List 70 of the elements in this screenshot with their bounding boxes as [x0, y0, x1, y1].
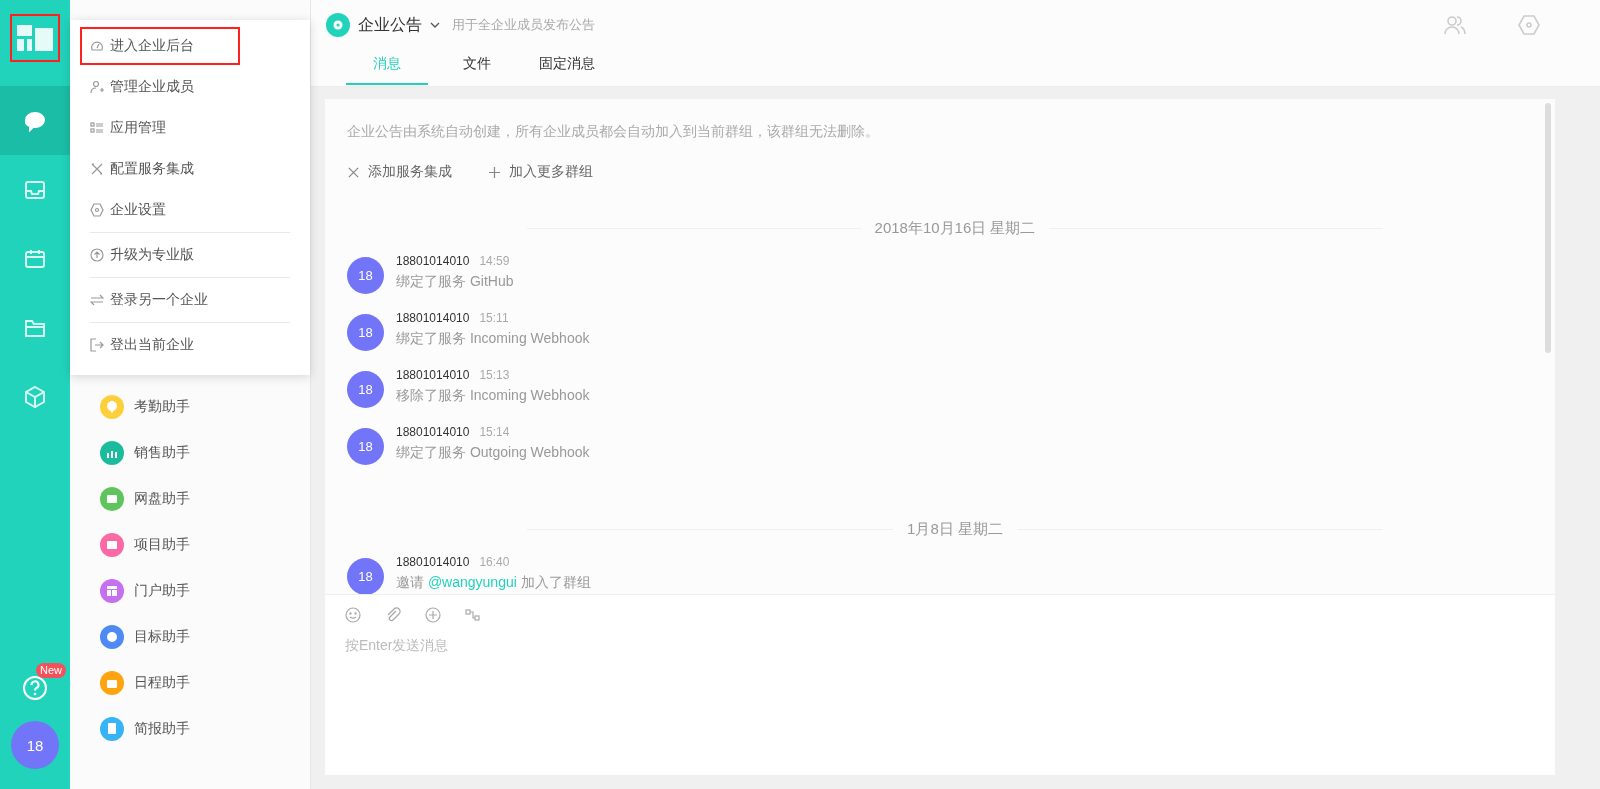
message-text: 绑定了服务 Incoming Webhook	[396, 330, 590, 348]
assistant-item[interactable]: 销售助手	[70, 430, 310, 476]
menu-item[interactable]: 配置服务集成	[80, 150, 300, 188]
menu-item[interactable]: 升级为专业版	[80, 236, 300, 274]
channel-description: 用于全企业成员发布公告	[452, 16, 595, 34]
sender-name[interactable]: 18801014010	[396, 425, 470, 439]
swap-icon	[90, 293, 104, 307]
plus-icon	[488, 165, 501, 179]
logo-button[interactable]	[10, 14, 60, 62]
message-time: 16:40	[479, 555, 510, 569]
user-avatar[interactable]: 18	[347, 428, 384, 465]
user-avatar[interactable]: 18	[347, 257, 384, 294]
menu-item[interactable]: 企业设置	[80, 191, 300, 229]
date-divider: 1月8日 星期二	[907, 520, 1003, 539]
sender-name[interactable]: 18801014010	[396, 555, 470, 569]
add-user-icon	[90, 80, 104, 94]
dashboard-icon	[17, 25, 53, 51]
assistant-item[interactable]: 简报助手	[70, 706, 310, 752]
new-badge: New	[36, 663, 66, 678]
settings-icon[interactable]	[1518, 15, 1540, 35]
group-logo-icon	[326, 13, 350, 37]
sender-name[interactable]: 18801014010	[396, 254, 470, 268]
action-link[interactable]: 添加服务集成	[347, 163, 452, 181]
message-text: 移除了服务 Incoming Webhook	[396, 387, 590, 405]
channel-title[interactable]: 企业公告	[358, 14, 422, 36]
message-text: 绑定了服务 GitHub	[396, 273, 514, 291]
cube-icon	[23, 384, 47, 409]
logout-icon	[90, 338, 104, 352]
message-time: 14:59	[479, 254, 510, 268]
connector-icon[interactable]	[465, 607, 481, 623]
hexagon-icon	[90, 203, 104, 217]
message-time: 15:11	[479, 311, 509, 325]
message-time: 15:13	[479, 368, 510, 382]
message-input[interactable]: 按Enter发送消息	[345, 637, 1535, 737]
assistant-item[interactable]: 目标助手	[70, 614, 310, 660]
user-avatar[interactable]: 18	[347, 314, 384, 351]
menu-item[interactable]: 管理企业成员	[80, 68, 300, 106]
user-avatar[interactable]: 18	[347, 371, 384, 408]
menu-item[interactable]: 登出当前企业	[80, 326, 300, 364]
user-avatar[interactable]: 18	[11, 721, 59, 769]
help-icon[interactable]	[22, 675, 48, 701]
assistant-item[interactable]: 网盘助手	[70, 476, 310, 522]
list-icon	[90, 121, 104, 135]
upload-icon	[90, 248, 104, 262]
emoji-icon[interactable]	[345, 607, 361, 623]
sender-name[interactable]: 18801014010	[396, 311, 470, 325]
message-time: 15:14	[479, 425, 510, 439]
menu-item[interactable]: 登录另一个企业	[80, 281, 300, 319]
rail-item[interactable]	[0, 86, 70, 155]
action-link[interactable]: 加入更多群组	[488, 163, 593, 181]
user-avatar[interactable]: 18	[347, 558, 384, 594]
date-divider: 2018年10月16日 星期二	[874, 219, 1036, 238]
tab[interactable]: 固定消息	[526, 47, 608, 85]
scrollbar[interactable]	[1545, 103, 1551, 353]
tab[interactable]: 文件	[436, 47, 518, 85]
assistant-item[interactable]: 门户助手	[70, 568, 310, 614]
message-text: 绑定了服务 Outgoing Webhook	[396, 444, 590, 462]
menu-item[interactable]: 进入企业后台	[80, 27, 240, 65]
assistant-item[interactable]: 日程助手	[70, 660, 310, 706]
assistant-item[interactable]: 考勤助手	[70, 384, 310, 430]
attachment-icon[interactable]	[385, 607, 401, 623]
message-text: 邀请 @wangyungui 加入了群组	[396, 574, 591, 592]
notice-text: 企业公告由系统自动创建，所有企业成员都会自动加入到当前群组，该群组无法删除。	[347, 123, 880, 141]
assistant-item[interactable]: 项目助手	[70, 522, 310, 568]
sender-name[interactable]: 18801014010	[396, 368, 470, 382]
members-icon[interactable]	[1444, 15, 1466, 35]
add-icon[interactable]	[425, 607, 441, 623]
chevron-down-icon[interactable]	[430, 20, 440, 30]
gauge-icon	[90, 39, 104, 53]
menu-item[interactable]: 应用管理	[80, 109, 300, 147]
